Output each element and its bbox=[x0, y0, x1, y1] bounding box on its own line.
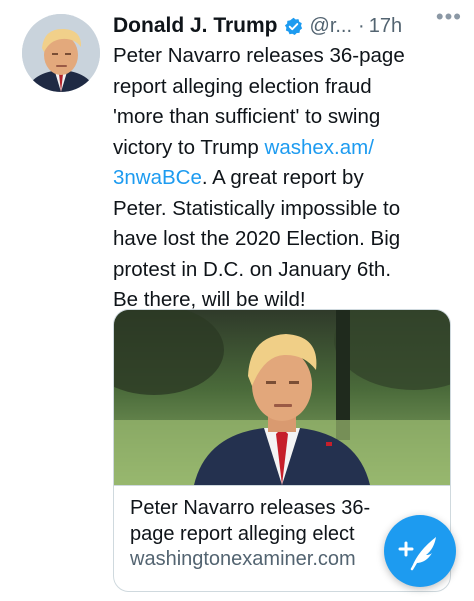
compose-tweet-icon bbox=[398, 537, 436, 571]
tweet-text-line: report alleging election fraud bbox=[113, 74, 372, 98]
tweet-link-continued[interactable]: 3nwaBCe bbox=[113, 166, 202, 189]
tweet-text-segment: victory to Trump bbox=[113, 135, 265, 159]
compose-tweet-button[interactable] bbox=[384, 515, 456, 587]
verified-badge-icon bbox=[284, 17, 303, 36]
tweet-text-line: 'more than sufficient' to swing bbox=[113, 105, 381, 128]
tweet-text-line: 3nwaBCe. A great report by bbox=[113, 163, 458, 194]
tweet-text-segment: . A great report by bbox=[201, 166, 364, 189]
tweet-header: Donald J. Trump @r... · 17h bbox=[113, 10, 463, 42]
tweet-text-line: have lost the 2020 Election. Big bbox=[113, 227, 401, 250]
separator-dot: · bbox=[358, 14, 365, 37]
tweet-link[interactable]: washex.am/ bbox=[265, 136, 374, 159]
tweet-text-line: protest in D.C. on January 6th. bbox=[113, 257, 392, 281]
tweet-text-line: Peter Navarro releases 36-page bbox=[113, 44, 405, 67]
avatar[interactable] bbox=[22, 14, 100, 92]
tweet-text-line: Peter. Statistically impossible to bbox=[113, 196, 401, 220]
tweet-text-line: victory to Trump washex.am/ bbox=[113, 133, 458, 164]
author-name[interactable]: Donald J. Trump bbox=[113, 14, 278, 38]
card-divider bbox=[114, 485, 450, 486]
card-image[interactable] bbox=[114, 310, 450, 485]
tweet-timestamp[interactable]: 17h bbox=[369, 15, 402, 38]
more-options-icon[interactable]: ••• bbox=[436, 4, 462, 30]
tweet-text: Peter Navarro releases 36-page report al… bbox=[113, 41, 458, 316]
author-handle[interactable]: @r... bbox=[310, 15, 353, 38]
tweet[interactable]: Donald J. Trump @r... · 17h ••• Peter Na… bbox=[0, 0, 474, 601]
